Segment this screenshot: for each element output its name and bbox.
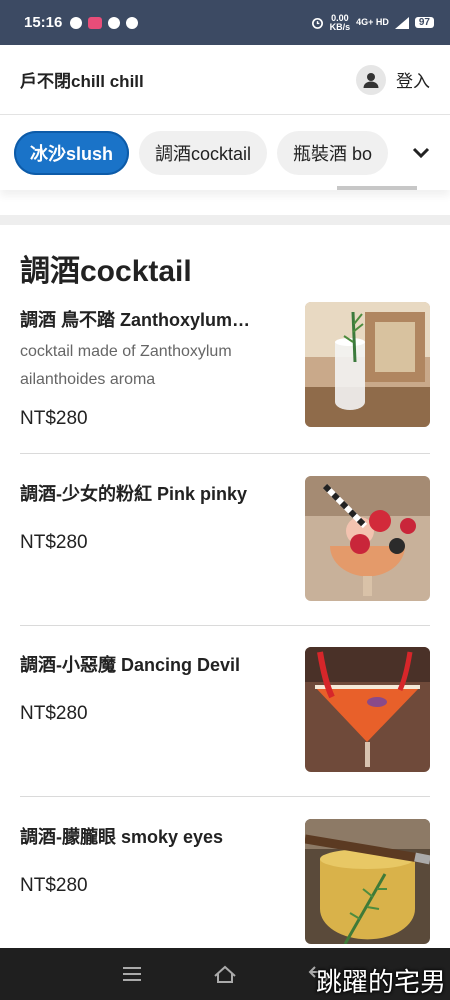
net-speed: 0.00 KB/s	[329, 13, 351, 32]
item-description: cocktail made of Zanthoxylum ailanthoide…	[20, 343, 232, 388]
notification-icons	[70, 16, 139, 29]
app-notification-icon	[88, 16, 103, 29]
item-name: 調酒-朦朧眼 smoky eyes	[20, 827, 224, 847]
battery-level: 97	[414, 17, 434, 28]
item-divider	[20, 796, 430, 797]
status-time: 15:16	[24, 14, 63, 31]
login-label: 登入	[396, 72, 430, 91]
section-separator	[0, 215, 450, 225]
network-type: 4G+ HD	[356, 17, 389, 27]
item-name: 調酒-小惡魔 Dancing Devil	[20, 655, 241, 675]
menu-item[interactable]: 調酒-朦朧眼 smoky eyes NT$280	[20, 819, 430, 945]
menu-item[interactable]: 調酒-少女的粉紅 Pink pinky NT$280	[20, 476, 430, 602]
item-divider	[20, 625, 430, 626]
home-icon[interactable]	[213, 964, 237, 984]
item-price: NT$280	[20, 875, 88, 896]
status-right: 0.00 KB/s 4G+ HD 97	[311, 13, 434, 32]
tabs-scrollbar[interactable]	[337, 186, 417, 190]
chevron-down-icon	[412, 147, 430, 159]
line-icon	[70, 16, 83, 29]
item-photo	[305, 476, 430, 601]
tab-bottled[interactable]: 瓶裝酒 bo	[277, 131, 389, 175]
person-icon	[356, 64, 386, 95]
app-header: 戶不閉chill chill 登入	[0, 45, 450, 115]
store-name: 戶不閉chill chill	[20, 72, 144, 91]
section-title: 調酒cocktail	[20, 255, 192, 288]
item-photo	[305, 302, 430, 427]
signal-icon	[394, 16, 409, 29]
tab-slush[interactable]: 冰沙slush	[14, 131, 130, 175]
item-divider	[20, 453, 430, 454]
login-button[interactable]: 登入	[356, 64, 430, 95]
item-photo	[305, 647, 430, 772]
category-tabs: 冰沙slush 調酒cocktail 瓶裝酒 bo	[0, 116, 450, 190]
net-speed-unit: KB/s	[329, 21, 351, 32]
tab-cocktail[interactable]: 調酒cocktail	[139, 131, 268, 175]
more-categories-button[interactable]	[396, 116, 450, 190]
item-name: 調酒-少女的粉紅 Pink pinky	[20, 484, 248, 504]
item-price: NT$280	[20, 408, 88, 429]
menu-item[interactable]: 調酒 鳥不踏 Zanthoxylum… cocktail made of Zan…	[20, 302, 430, 429]
status-bar: 15:16 0.00 KB/s 4G+ HD 97	[0, 0, 450, 45]
item-price: NT$280	[20, 532, 88, 553]
threads-icon	[108, 16, 121, 29]
item-price: NT$280	[20, 703, 88, 724]
menu-item[interactable]: 調酒-小惡魔 Dancing Devil NT$280	[20, 647, 430, 773]
item-name: 調酒 鳥不踏 Zanthoxylum…	[20, 310, 251, 330]
alarm-icon	[311, 17, 323, 29]
menu-icon[interactable]	[121, 965, 143, 983]
facebook-icon	[126, 16, 139, 29]
watermark: 跳躍的宅男	[315, 968, 446, 998]
item-photo	[305, 819, 430, 944]
